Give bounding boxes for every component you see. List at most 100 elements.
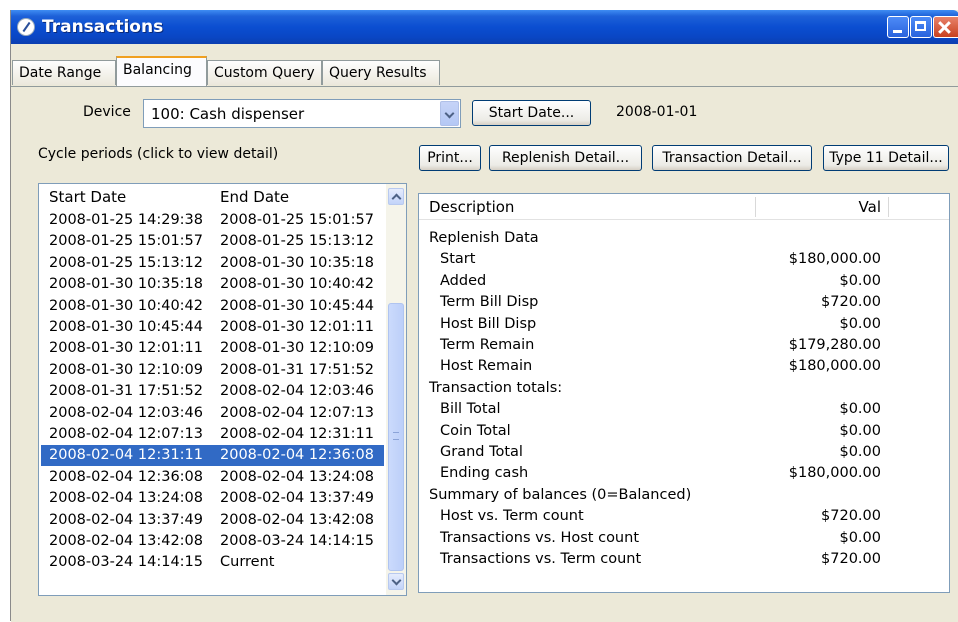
description-cell: Term Bill Disp (440, 294, 539, 311)
app-icon (17, 18, 35, 36)
start-date-cell: 2008-02-04 13:37:49 (49, 511, 203, 528)
start-date-cell: 2008-01-25 14:29:38 (49, 212, 203, 228)
window-title: Transactions (42, 17, 164, 37)
start-date-cell: 2008-02-04 12:36:08 (49, 468, 203, 485)
start-date-cell: 2008-02-04 13:24:08 (49, 490, 203, 507)
column-header-start-date[interactable]: Start Date (49, 188, 126, 206)
column-divider[interactable] (755, 197, 756, 217)
value-cell: $180,000.00 (788, 251, 881, 268)
value-cell: $720.00 (821, 551, 881, 567)
grip-icon (393, 432, 399, 440)
device-label: Device (83, 104, 131, 120)
description-cell: Summary of balances (0=Balanced) (429, 486, 692, 503)
value-cell: $720.00 (821, 508, 881, 525)
device-select[interactable]: 100: Cash dispenser (143, 99, 461, 128)
detail-row: Coin Total $0.00 (419, 421, 949, 442)
scrollbar-thumb[interactable] (388, 303, 404, 571)
end-date-cell: 2008-01-30 10:35:18 (220, 254, 374, 271)
end-date-cell: 2008-02-04 12:03:46 (220, 383, 374, 400)
scroll-down-arrow-icon[interactable] (388, 573, 404, 590)
description-cell: Transaction totals: (429, 379, 563, 396)
replenish-detail-button[interactable]: Replenish Detail... (489, 145, 642, 171)
description-cell: Replenish Data (429, 230, 539, 246)
table-row[interactable]: 2008-01-25 14:29:38 2008-01-25 15:01:57 (41, 210, 384, 231)
table-row[interactable]: 2008-02-04 12:07:13 2008-02-04 12:31:11 (41, 424, 384, 445)
vertical-scrollbar[interactable] (386, 184, 406, 595)
start-date-cell: 2008-01-31 17:51:52 (49, 383, 203, 400)
end-date-cell: 2008-02-04 13:24:08 (220, 468, 374, 485)
type11-detail-button[interactable]: Type 11 Detail... (823, 145, 949, 171)
end-date-cell: 2008-02-04 12:36:08 (220, 447, 374, 464)
cycle-list-header: Start Date End Date (39, 184, 387, 210)
column-header-description[interactable]: Description (429, 198, 514, 216)
table-row[interactable]: 2008-01-30 10:40:42 2008-01-30 10:45:44 (41, 296, 384, 317)
description-cell: Transactions vs. Host count (440, 529, 639, 546)
start-date-button[interactable]: Start Date... (472, 100, 591, 126)
print-button[interactable]: Print... (419, 145, 481, 171)
table-row[interactable]: 2008-01-30 10:35:18 2008-01-30 10:40:42 (41, 274, 384, 295)
start-date-cell: 2008-01-25 15:13:12 (49, 254, 203, 271)
maximize-button[interactable] (910, 16, 932, 38)
detail-row: Host vs. Term count $720.00 (419, 506, 949, 527)
table-row[interactable]: 2008-01-30 10:45:44 2008-01-30 12:01:11 (41, 317, 384, 338)
start-date-value: 2008-01-01 (616, 104, 698, 120)
value-cell: $0.00 (839, 272, 881, 289)
end-date-cell: Current (220, 554, 275, 571)
transaction-detail-button[interactable]: Transaction Detail... (652, 145, 812, 171)
end-date-cell: 2008-01-30 10:40:42 (220, 276, 374, 293)
start-date-cell: 2008-02-04 12:03:46 (49, 404, 203, 421)
chevron-down-icon[interactable] (440, 101, 459, 126)
description-cell: Start (440, 251, 476, 268)
start-date-cell: 2008-03-24 14:14:15 (49, 554, 203, 571)
value-cell: $180,000.00 (788, 465, 881, 482)
title-bar[interactable]: Transactions (11, 10, 958, 44)
detail-row: Transactions vs. Host count $0.00 (419, 528, 949, 549)
table-row[interactable]: 2008-01-25 15:13:12 2008-01-30 10:35:18 (41, 253, 384, 274)
table-row[interactable]: 2008-02-04 13:37:49 2008-02-04 13:42:08 (41, 510, 384, 531)
table-row[interactable]: 2008-01-30 12:01:11 2008-01-30 12:10:09 (41, 338, 384, 359)
description-cell: Host Bill Disp (440, 315, 537, 332)
column-divider[interactable] (888, 197, 889, 217)
tab-balancing[interactable]: Balancing (116, 56, 207, 86)
table-row[interactable]: 2008-02-04 13:42:08 2008-03-24 14:14:15 (41, 531, 384, 552)
detail-row: Term Bill Disp $720.00 (419, 292, 949, 313)
description-cell: Added (440, 272, 487, 289)
detail-row: Summary of balances (0=Balanced) (419, 485, 949, 506)
table-row[interactable]: 2008-02-04 12:03:46 2008-02-04 12:07:13 (41, 403, 384, 424)
scroll-up-arrow-icon[interactable] (388, 188, 404, 205)
description-cell: Host Remain (440, 358, 533, 375)
table-row[interactable]: 2008-01-25 15:01:57 2008-01-25 15:13:12 (41, 231, 384, 252)
description-cell: Term Remain (440, 337, 535, 353)
column-header-end-date[interactable]: End Date (220, 188, 289, 206)
end-date-cell: 2008-02-04 12:07:13 (220, 404, 374, 421)
end-date-cell: 2008-01-25 15:13:12 (220, 233, 374, 250)
detail-row: Added $0.00 (419, 271, 949, 292)
table-row[interactable]: 2008-01-30 12:10:09 2008-01-31 17:51:52 (41, 360, 384, 381)
value-cell: $0.00 (839, 422, 881, 439)
table-row[interactable]: 2008-02-04 13:24:08 2008-02-04 13:37:49 (41, 488, 384, 509)
value-cell: $0.00 (839, 444, 881, 460)
detail-table-header: Description Val (419, 194, 949, 220)
end-date-cell: 2008-03-24 14:14:15 (220, 533, 374, 549)
description-cell: Ending cash (440, 465, 529, 482)
detail-row: Bill Total $0.00 (419, 399, 949, 420)
start-date-cell: 2008-01-30 10:35:18 (49, 276, 203, 293)
table-row[interactable]: 2008-03-24 14:14:15 Current (41, 552, 384, 573)
tab-date-range[interactable]: Date Range (12, 60, 116, 85)
table-row[interactable]: 2008-02-04 12:36:08 2008-02-04 13:24:08 (41, 467, 384, 488)
table-row[interactable]: 2008-01-31 17:51:52 2008-02-04 12:03:46 (41, 381, 384, 402)
tab-query-results[interactable]: Query Results (322, 60, 440, 85)
end-date-cell: 2008-01-31 17:51:52 (220, 361, 374, 378)
column-header-val[interactable]: Val (859, 198, 881, 216)
value-cell: $179,280.00 (788, 337, 881, 353)
table-row[interactable]: 2008-02-04 12:31:11 2008-02-04 12:36:08 (41, 445, 384, 467)
tab-custom-query[interactable]: Custom Query (207, 60, 322, 85)
value-cell: $0.00 (839, 401, 881, 418)
detail-row: Start $180,000.00 (419, 249, 949, 270)
start-date-cell: 2008-02-04 12:07:13 (49, 426, 203, 442)
value-cell: $180,000.00 (788, 358, 881, 375)
cycle-periods-list[interactable]: Start Date End Date 2008-01-25 14:29:38 2… (38, 183, 407, 596)
end-date-cell: 2008-01-25 15:01:57 (220, 212, 374, 228)
close-button[interactable] (933, 16, 958, 38)
minimize-button[interactable] (887, 16, 909, 38)
